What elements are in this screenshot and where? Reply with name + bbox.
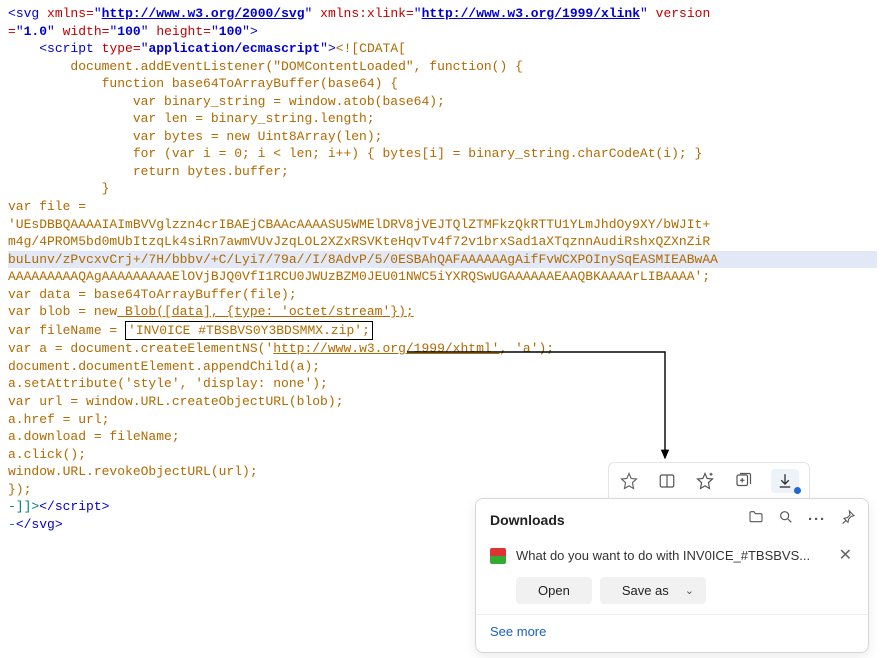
js-line-2: function base64ToArrayBuffer(base64) { bbox=[8, 75, 877, 93]
split-screen-icon[interactable] bbox=[657, 471, 677, 491]
js-download: a.download = fileName; bbox=[8, 428, 877, 446]
js-line-6: for (var i = 0; i < len; i++) { bytes[i]… bbox=[8, 145, 877, 163]
search-icon[interactable] bbox=[778, 509, 794, 531]
js-b64-4: AAAAAAAAAQAgAAAAAAAAAElOVjBJQ0VfI1RCU0JW… bbox=[8, 268, 877, 286]
pin-icon[interactable] bbox=[840, 509, 856, 531]
js-b64-1: 'UEsDBBQAAAAIAImBVVglzzn4crIBAEjCBAAcAAA… bbox=[8, 216, 877, 234]
popup-title: Downloads bbox=[490, 511, 565, 530]
open-folder-icon[interactable] bbox=[748, 509, 764, 531]
js-line-5: var bytes = new Uint8Array(len); bbox=[8, 128, 877, 146]
js-b64-3: buLunv/zPvcxvCrj+/7H/bbbv/+C/Lyi7/79a//I… bbox=[8, 251, 877, 269]
js-line-7: return bytes.buffer; bbox=[8, 163, 877, 181]
height-attr: height bbox=[156, 24, 203, 39]
see-more-link[interactable]: See more bbox=[490, 624, 546, 639]
js-line-4: var len = binary_string.length; bbox=[8, 110, 877, 128]
downloads-icon[interactable] bbox=[771, 469, 799, 493]
script-close-tag: script bbox=[55, 499, 102, 514]
type-attr: type bbox=[102, 41, 133, 56]
js-click: a.click(); bbox=[8, 446, 877, 464]
xmlns-url: http://www.w3.org/2000/svg bbox=[102, 6, 305, 21]
script-tag: script bbox=[47, 41, 94, 56]
height-val: 100 bbox=[219, 24, 242, 39]
js-b64-2: m4g/4PROM5bd0mUbItzqLk4siRn7awmVUvJzqLOL… bbox=[8, 233, 877, 251]
chevron-down-icon[interactable]: ⌄ bbox=[685, 584, 694, 597]
js-line-1: document.addEventListener("DOMContentLoa… bbox=[8, 58, 877, 76]
browser-toolbar bbox=[608, 462, 810, 500]
favorite-star-icon[interactable] bbox=[619, 471, 639, 491]
js-setattr: a.setAttribute('style', 'display: none')… bbox=[8, 375, 877, 393]
downloads-popup: Downloads ··· What do you want to do wit… bbox=[475, 498, 869, 653]
js-line-8: } bbox=[8, 180, 877, 198]
svg-open-wrap: <svg xmlns="http://www.w3.org/2000/svg" … bbox=[8, 5, 877, 23]
cdata-close: -]]> bbox=[8, 499, 39, 514]
popup-actions: Open Save as ⌄ bbox=[476, 571, 868, 614]
js-blob: var blob = new Blob([data], {type: 'octe… bbox=[8, 303, 877, 321]
svg-close-tag: svg bbox=[31, 517, 54, 532]
js-url: var url = window.URL.createObjectURL(blo… bbox=[8, 393, 877, 411]
filename-box: 'INV0ICE #TBSBVS0Y3BDSMMX.zip'; bbox=[125, 321, 373, 341]
dismiss-icon[interactable]: ✕ bbox=[835, 545, 856, 567]
xmlns-attr: xmlns bbox=[47, 6, 86, 21]
cdata-open: <![CDATA[ bbox=[336, 41, 406, 56]
width-val: 100 bbox=[117, 24, 140, 39]
popup-header: Downloads ··· bbox=[476, 499, 868, 539]
xlink-url: http://www.w3.org/1999/xlink bbox=[422, 6, 640, 21]
js-append: document.documentElement.appendChild(a); bbox=[8, 358, 877, 376]
js-createns: var a = document.createElementNS('http:/… bbox=[8, 340, 877, 358]
save-as-label: Save as bbox=[622, 583, 669, 598]
save-as-button[interactable]: Save as ⌄ bbox=[600, 577, 706, 604]
popup-footer: See more bbox=[476, 614, 868, 653]
svg-tag: svg bbox=[16, 6, 39, 21]
favorites-icon[interactable] bbox=[695, 471, 715, 491]
type-val: application/ecmascript bbox=[149, 41, 321, 56]
version-attr: version bbox=[656, 6, 711, 21]
width-attr: width bbox=[63, 24, 102, 39]
xlink-attr: xmlns:xlink bbox=[320, 6, 406, 21]
download-message: What do you want to do with INV0ICE_#TBS… bbox=[516, 547, 825, 565]
file-favicon-icon bbox=[490, 548, 506, 564]
open-button[interactable]: Open bbox=[516, 577, 592, 604]
download-row: What do you want to do with INV0ICE_#TBS… bbox=[476, 539, 868, 571]
collections-icon[interactable] bbox=[733, 471, 753, 491]
version-val: 1.0 bbox=[24, 24, 47, 39]
js-data: var data = base64ToArrayBuffer(file); bbox=[8, 286, 877, 304]
more-icon[interactable]: ··· bbox=[808, 510, 826, 530]
js-filename: var fileName = 'INV0ICE #TBSBVS0Y3BDSMMX… bbox=[8, 321, 877, 341]
js-file-decl: var file = bbox=[8, 198, 877, 216]
script-open: <script type="application/ecmascript"><!… bbox=[8, 40, 877, 58]
js-line-3: var binary_string = window.atob(base64); bbox=[8, 93, 877, 111]
js-href: a.href = url; bbox=[8, 411, 877, 429]
